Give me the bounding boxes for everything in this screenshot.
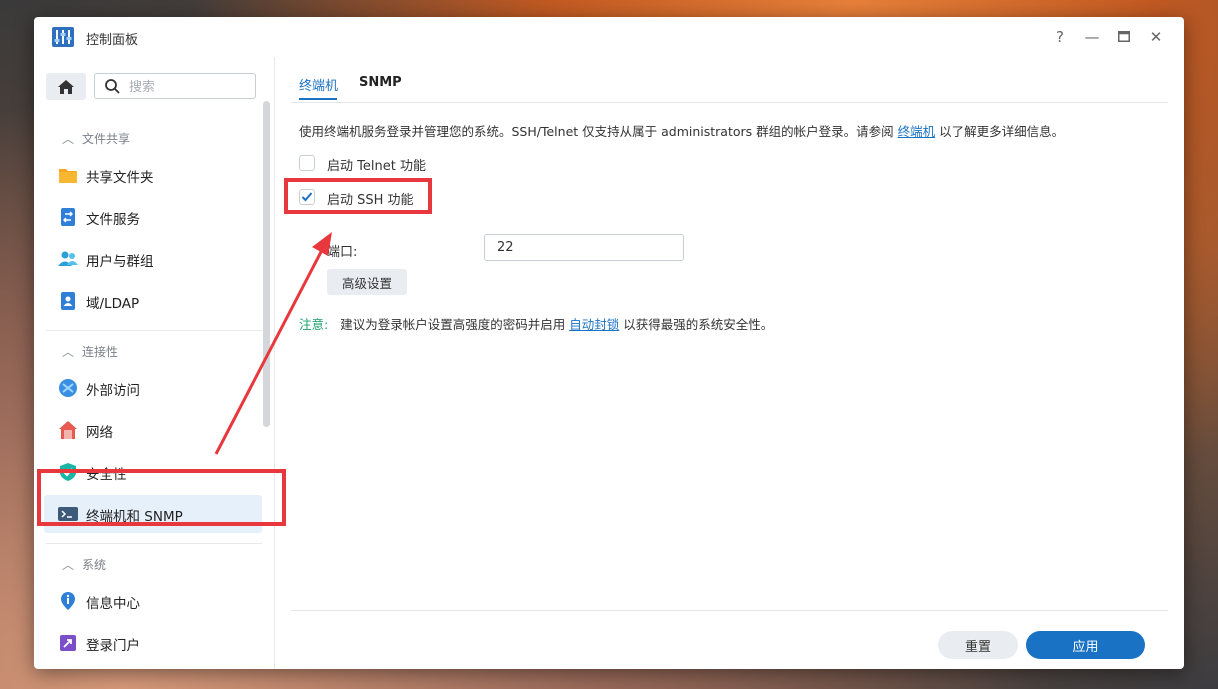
chevron-up-icon: ︿ <box>62 345 75 359</box>
search-icon <box>105 79 120 94</box>
section-label: 连接性 <box>82 345 119 359</box>
login-portal-icon <box>60 635 76 651</box>
divider <box>46 330 262 331</box>
home-button[interactable] <box>46 73 86 100</box>
active-tab-indicator <box>299 98 337 100</box>
section-file-sharing[interactable]: ︿ 文件共享 <box>62 130 130 147</box>
telnet-checkbox[interactable] <box>299 155 315 171</box>
control-panel-app-icon <box>52 27 74 47</box>
sidebar-item-shared-folder[interactable]: 共享文件夹 <box>44 156 262 194</box>
port-label: 端口: <box>327 245 358 260</box>
info-icon <box>61 592 75 610</box>
reset-button[interactable]: 重置 <box>938 631 1018 659</box>
telnet-label: 启动 Telnet 功能 <box>327 159 426 174</box>
sidebar-scrollbar[interactable] <box>263 101 270 427</box>
folder-icon <box>59 169 77 183</box>
users-icon <box>58 251 78 266</box>
sidebar-item-info-center[interactable]: 信息中心 <box>44 582 262 620</box>
apply-button[interactable]: 应用 <box>1026 631 1145 659</box>
sidebar-item-domain-ldap[interactable]: 域/LDAP <box>44 282 262 320</box>
section-system[interactable]: ︿ 系统 <box>62 556 106 573</box>
sidebar-item-external-access[interactable]: 外部访问 <box>44 369 262 407</box>
home-icon <box>58 80 74 94</box>
network-house-icon <box>59 421 77 439</box>
port-input[interactable] <box>484 234 684 261</box>
close-icon[interactable]: ✕ <box>1144 25 1168 49</box>
minimize-icon[interactable]: — <box>1080 25 1104 49</box>
maximize-icon[interactable] <box>1112 25 1136 49</box>
search-box <box>94 73 256 99</box>
tab-divider <box>291 102 1168 103</box>
titlebar: 控制面板 ? — ✕ <box>34 17 1184 57</box>
sidebar-item-users-groups[interactable]: 用户与群组 <box>44 240 262 278</box>
external-access-icon <box>59 379 77 397</box>
section-connectivity[interactable]: ︿ 连接性 <box>62 343 118 360</box>
auto-block-link[interactable]: 自动封锁 <box>569 317 619 332</box>
security-note: 注意: 建议为登录帐户设置高强度的密码并启用 自动封锁 以获得最强的系统安全性。 <box>299 317 774 332</box>
window-title: 控制面板 <box>86 33 139 48</box>
terminal-help-link[interactable]: 终端机 <box>898 124 936 139</box>
tab-snmp[interactable]: SNMP <box>359 75 402 90</box>
chevron-up-icon: ︿ <box>62 558 75 572</box>
main-content: 终端机 SNMP 使用终端机服务登录并管理您的系统。SSH/Telnet 仅支持… <box>275 57 1184 669</box>
tab-terminal[interactable]: 终端机 <box>299 75 338 94</box>
chevron-up-icon: ︿ <box>62 132 75 146</box>
ssh-highlight-box <box>284 178 432 214</box>
sidebar-item-login-portal[interactable]: 登录门户 <box>44 624 262 662</box>
section-label: 文件共享 <box>82 132 131 146</box>
sidebar-item-network[interactable]: 网络 <box>44 411 262 449</box>
search-input[interactable] <box>127 77 251 97</box>
footer-divider <box>291 610 1168 611</box>
divider <box>46 543 262 544</box>
sidebar: ︿ 文件共享 共享文件夹 文件服务 用户与群组 域/LDAP ︿ 连接性 外部访问 <box>34 57 275 669</box>
control-panel-window: 控制面板 ? — ✕ ︿ 文件共享 共享文件夹 <box>34 17 1184 669</box>
section-label: 系统 <box>82 558 107 572</box>
domain-ldap-icon <box>61 292 75 310</box>
file-service-icon <box>61 208 75 226</box>
description-text: 使用终端机服务登录并管理您的系统。SSH/Telnet 仅支持从属于 admin… <box>299 124 1065 139</box>
note-label: 注意: <box>299 317 329 332</box>
sidebar-item-file-services[interactable]: 文件服务 <box>44 198 262 236</box>
help-icon[interactable]: ? <box>1048 25 1072 49</box>
advanced-settings-button[interactable]: 高级设置 <box>327 269 407 295</box>
terminal-snmp-highlight-box <box>37 469 286 526</box>
